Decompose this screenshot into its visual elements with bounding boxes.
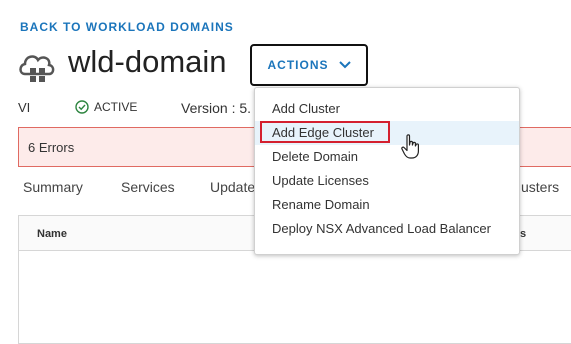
actions-button[interactable]: ACTIONS <box>250 44 368 86</box>
status-badge: ACTIVE <box>75 100 137 114</box>
chevron-down-icon <box>338 61 351 69</box>
tab-services[interactable]: Services <box>121 179 175 195</box>
column-header-status[interactable]: s <box>520 228 526 240</box>
page-title: wld-domain <box>68 44 227 79</box>
menu-item-deploy-nsx-alb[interactable]: Deploy NSX Advanced Load Balancer <box>255 217 519 241</box>
highlight-box <box>260 121 390 143</box>
menu-item-delete-domain[interactable]: Delete Domain <box>255 145 519 169</box>
version-text: Version : 5. <box>181 100 252 116</box>
menu-item-rename-domain[interactable]: Rename Domain <box>255 193 519 217</box>
status-text: ACTIVE <box>94 100 138 114</box>
error-count: 6 Errors <box>28 140 75 155</box>
column-header-name[interactable]: Name <box>37 228 67 240</box>
menu-item-add-cluster[interactable]: Add Cluster <box>255 97 519 121</box>
tab-clusters[interactable]: usters <box>521 179 559 195</box>
menu-item-add-edge-cluster[interactable]: Add Edge Cluster <box>255 121 519 145</box>
tab-summary[interactable]: Summary <box>23 179 83 195</box>
actions-label: ACTIONS <box>267 58 329 72</box>
domain-type: VI <box>18 100 31 115</box>
check-circle-icon <box>75 100 89 114</box>
menu-item-update-licenses[interactable]: Update Licenses <box>255 169 519 193</box>
back-to-workload-domains-link[interactable]: BACK TO WORKLOAD DOMAINS <box>20 20 234 34</box>
tab-updates[interactable]: Update <box>210 179 255 195</box>
actions-dropdown-menu: Add Cluster Add Edge Cluster Delete Doma… <box>254 87 520 255</box>
cloud-cluster-icon <box>19 55 55 82</box>
hand-pointer-icon <box>401 134 419 159</box>
